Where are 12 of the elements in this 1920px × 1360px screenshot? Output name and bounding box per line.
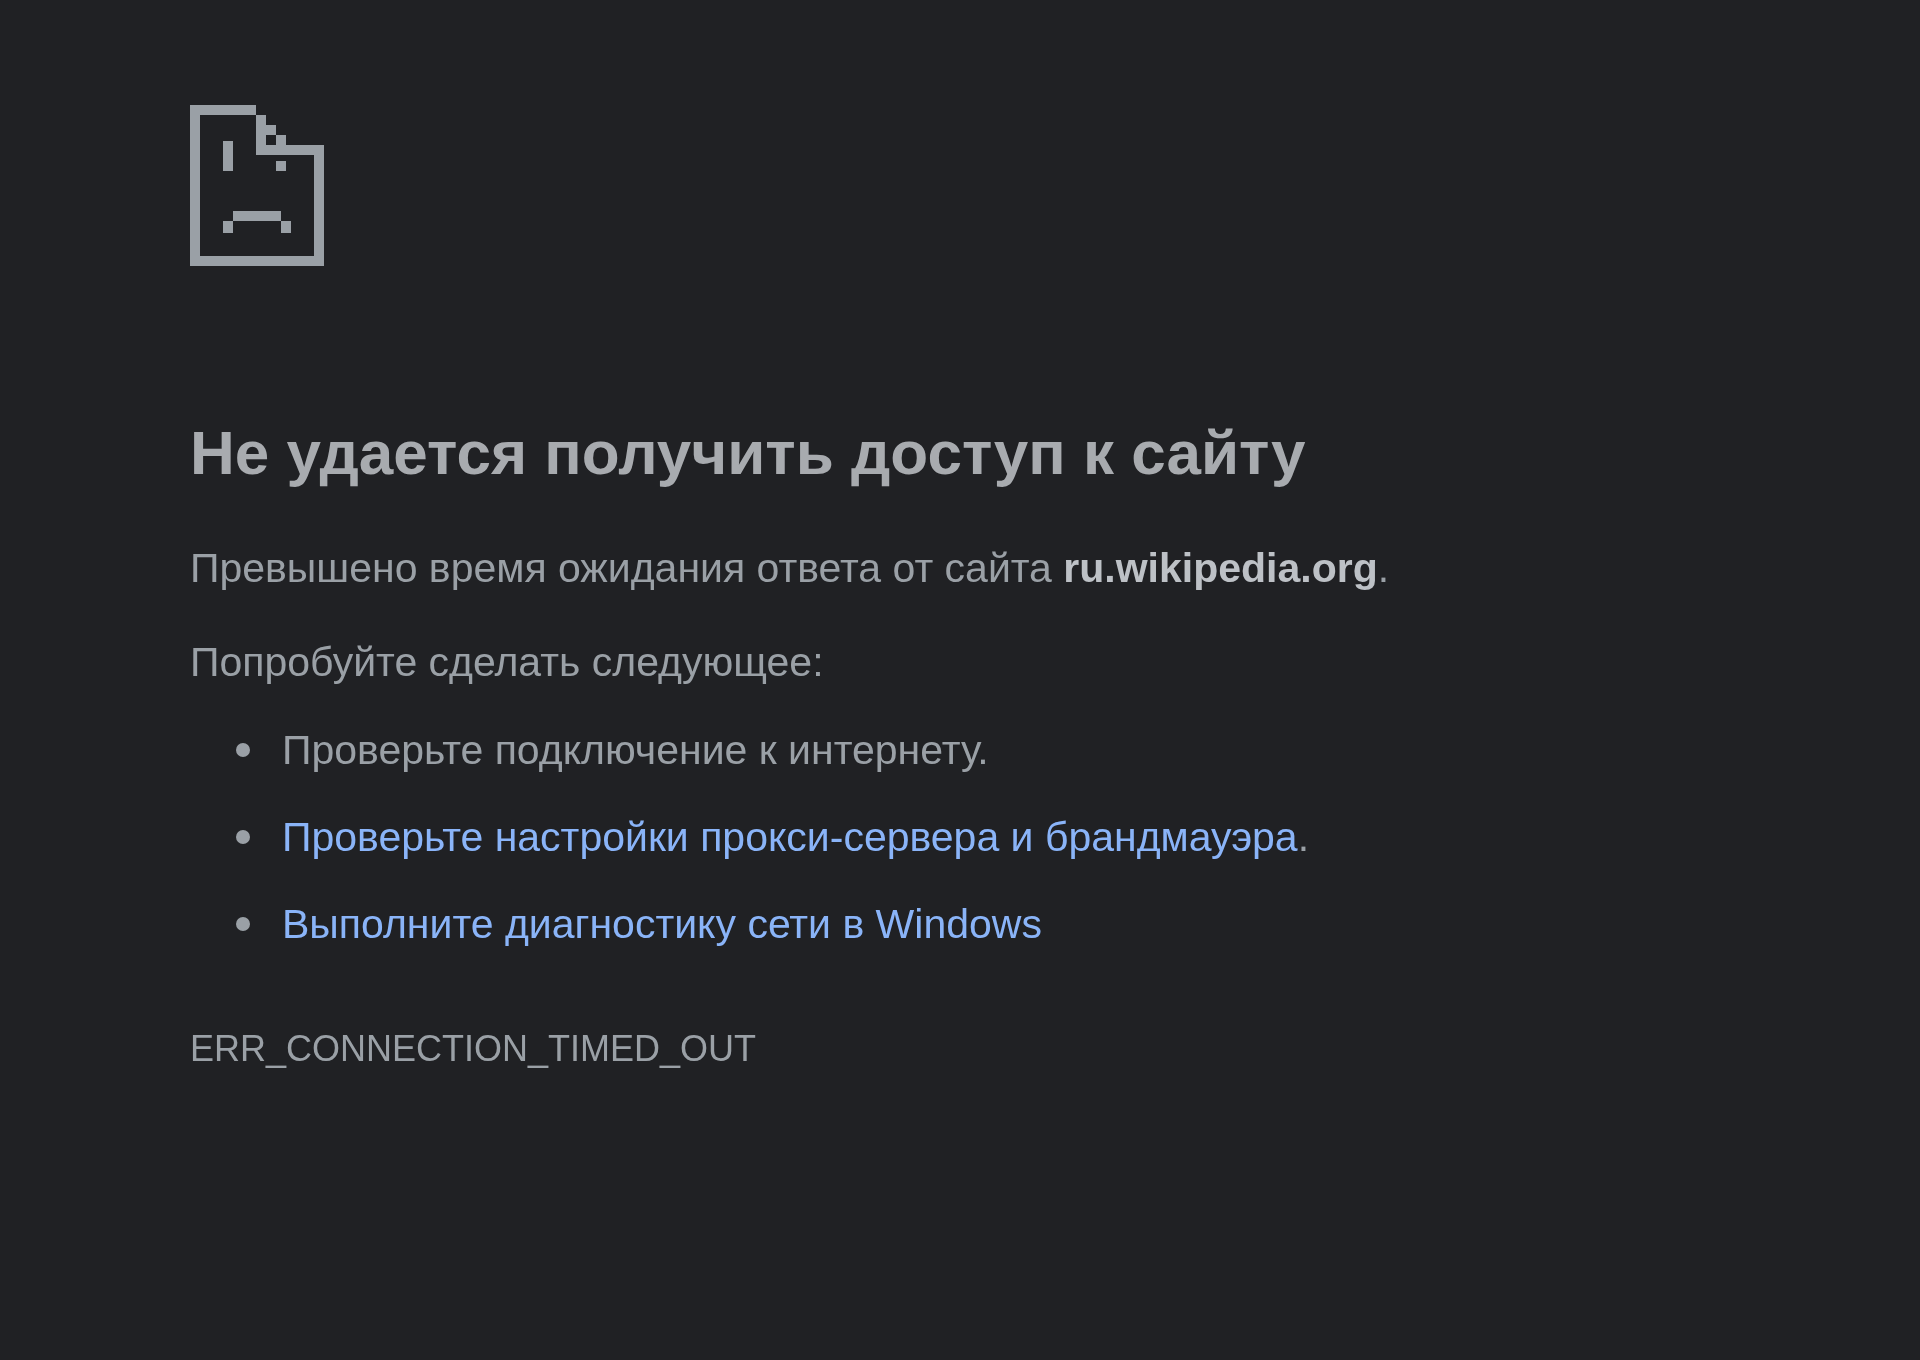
sad-page-icon [190, 105, 324, 266]
suggestions-intro: Попробуйте сделать следующее: [190, 637, 825, 687]
bullet-icon [236, 830, 250, 845]
error-code: ERR_CONNECTION_TIMED_OUT [190, 1028, 758, 1070]
bullet-icon [236, 917, 250, 932]
suggestion-text: Проверьте подключение к интернету. [282, 727, 989, 774]
bullet-icon [236, 743, 250, 758]
suggestion-link[interactable]: Проверьте настройки прокси-сервера и брандмауэра [282, 814, 1298, 861]
error-message: Превышено время ожидания ответа от сайта ru.wikipedia.org. [190, 544, 1391, 594]
suggestion-link[interactable]: Выполните диагностику сети в Windows [282, 901, 1042, 948]
period-text: . [1297, 814, 1310, 861]
error-heading: Не удается получить доступ к сайту [190, 417, 1307, 489]
